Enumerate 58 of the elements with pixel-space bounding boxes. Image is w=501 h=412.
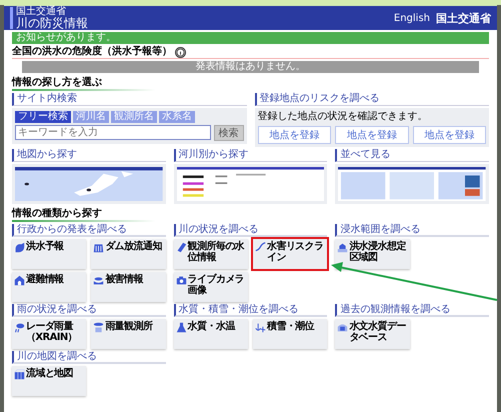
info-card[interactable]: 水質・水温 bbox=[174, 319, 248, 349]
panel-title: サイト内検索 bbox=[12, 93, 246, 106]
card-icon bbox=[14, 369, 25, 380]
panel-title: 登録地点のリスクを調べる bbox=[254, 93, 489, 106]
card-icon bbox=[176, 275, 187, 286]
search-tab[interactable]: フリー検索 bbox=[15, 111, 71, 123]
language-link[interactable]: English bbox=[394, 12, 430, 24]
info-card[interactable]: 水害リスクライン bbox=[252, 239, 328, 269]
card-icon bbox=[176, 322, 187, 333]
group-title: 過去の観測情報を調べる bbox=[335, 304, 489, 317]
panel-title: 地図から探す bbox=[12, 149, 166, 162]
card-icon bbox=[93, 275, 104, 286]
ministry-label: 国土交通省 bbox=[16, 7, 67, 17]
card-icon bbox=[337, 242, 348, 253]
search-button[interactable]: 検索 bbox=[214, 125, 244, 141]
group-title: 雨の状況を調べる bbox=[12, 304, 166, 317]
status-bar: 発表情報はありません。 bbox=[22, 61, 479, 73]
info-card[interactable]: 洪水予報 bbox=[12, 239, 86, 269]
info-card[interactable]: 雨量観測所 bbox=[91, 319, 166, 349]
card-icon bbox=[93, 322, 104, 333]
info-card[interactable]: 洪水浸水想定区域図 bbox=[335, 239, 410, 269]
card-icon bbox=[176, 242, 187, 253]
info-card[interactable]: ライブカメラ画像 bbox=[174, 272, 248, 302]
group-title: 浸水範囲を調べる bbox=[335, 224, 489, 237]
info-card[interactable]: レーダ雨量（XRAIN） bbox=[12, 319, 86, 349]
card-icon bbox=[14, 322, 25, 333]
card-icon bbox=[14, 242, 25, 253]
info-card[interactable]: 水文水質データベース bbox=[335, 319, 410, 349]
map-drawing[interactable] bbox=[15, 167, 163, 201]
panel-title: 並べて見る bbox=[335, 149, 489, 162]
screens-drawing[interactable] bbox=[338, 167, 486, 201]
card-icon bbox=[14, 275, 25, 286]
info-card[interactable]: 被害情報 bbox=[91, 272, 166, 302]
info-card[interactable]: ダム放流通知 bbox=[91, 239, 166, 269]
ministry-logo[interactable]: 国土交通省 bbox=[436, 10, 491, 26]
card-icon bbox=[254, 242, 266, 253]
section-title: 全国の洪水の危険度（洪水予報等） bbox=[12, 46, 172, 58]
help-icon[interactable] bbox=[175, 46, 186, 58]
group-title: 水質・積雪・潮位を調べる bbox=[174, 304, 328, 317]
card-icon bbox=[93, 242, 104, 253]
card-icon bbox=[337, 322, 348, 333]
info-card[interactable]: 避難情報 bbox=[12, 272, 86, 302]
panel-text: 登録した地点の状況を確認できます。 bbox=[258, 111, 428, 123]
register-button[interactable]: 地点を登録 bbox=[258, 126, 331, 144]
list-screenshot-drawing[interactable] bbox=[176, 167, 324, 201]
group-title: 行政からの発表を調べる bbox=[12, 224, 166, 237]
register-button[interactable]: 地点を登録 bbox=[335, 126, 408, 144]
register-button[interactable]: 地点を登録 bbox=[412, 126, 486, 144]
panel-title: 河川別から探す bbox=[174, 149, 328, 162]
section-title: 情報の種類から探す bbox=[12, 208, 250, 222]
info-card[interactable]: 積雪・潮位 bbox=[252, 319, 328, 349]
search-field[interactable]: キーワードを入力 bbox=[15, 125, 210, 140]
group-title: 川の地図を調べる bbox=[12, 351, 166, 364]
site-title[interactable]: 川の防災情報 bbox=[16, 17, 88, 29]
card-icon bbox=[254, 322, 266, 333]
section-title: 情報の探し方を選ぶ bbox=[12, 77, 250, 91]
info-card[interactable]: 流域と地図 bbox=[12, 366, 86, 396]
info-card[interactable]: 観測所毎の水位情報 bbox=[174, 239, 248, 269]
